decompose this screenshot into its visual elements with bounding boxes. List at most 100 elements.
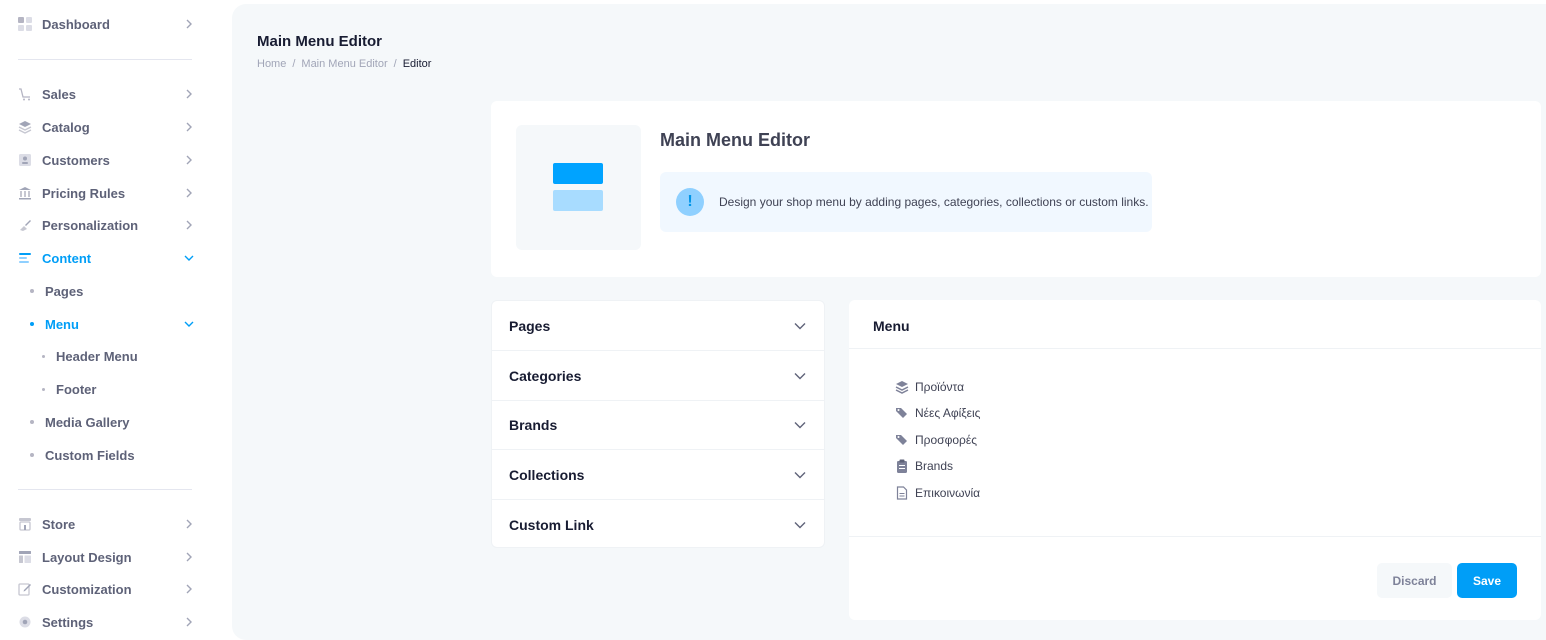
menu-tree-item[interactable]: Προϊόντα — [895, 377, 964, 397]
layers-icon — [18, 120, 32, 134]
sidebar-item-sales[interactable]: Sales — [18, 82, 198, 106]
main-content: Main Menu Editor Home / Main Menu Editor… — [232, 4, 1546, 640]
menu-tree-item[interactable]: Brands — [895, 456, 953, 476]
discard-button[interactable]: Discard — [1377, 563, 1452, 598]
chevron-down-icon — [794, 419, 806, 431]
breadcrumb-section-link[interactable]: Main Menu Editor — [301, 58, 387, 70]
info-icon: ! — [676, 188, 704, 216]
accordion-collections[interactable]: Collections — [492, 450, 824, 500]
clipboard-icon — [895, 459, 909, 473]
sidebar-item-store[interactable]: Store — [18, 512, 198, 536]
chevron-right-icon — [184, 584, 194, 594]
accordion-pages[interactable]: Pages — [492, 301, 824, 351]
chevron-right-icon — [184, 188, 194, 198]
accordion-label: Pages — [509, 317, 551, 334]
sidebar-item-dashboard[interactable]: Dashboard — [18, 12, 198, 36]
chevron-right-icon — [184, 519, 194, 529]
menu-illustration-bar-bottom — [553, 190, 603, 211]
contacts-icon — [18, 153, 32, 167]
sidebar-divider — [18, 59, 192, 60]
accordion-label: Collections — [509, 466, 585, 483]
sidebar: Dashboard Sales Catalog Customers Pricin… — [0, 0, 232, 640]
chevron-right-icon — [184, 220, 194, 230]
chevron-down-icon — [184, 253, 194, 263]
bullet-icon — [30, 453, 34, 457]
info-notice-text: Design your shop menu by adding pages, c… — [719, 195, 1149, 209]
grid-icon — [18, 17, 32, 31]
sidebar-divider — [18, 489, 192, 490]
sidebar-item-custom-fields[interactable]: Custom Fields — [30, 443, 198, 467]
chevron-right-icon — [184, 155, 194, 165]
menu-tree-item-label: Προσφορές — [915, 433, 977, 447]
accordion-brands[interactable]: Brands — [492, 400, 824, 450]
layout-icon — [18, 550, 32, 564]
bullet-icon — [30, 289, 34, 293]
breadcrumb-home-link[interactable]: Home — [257, 58, 286, 70]
file-icon — [895, 486, 909, 500]
bullet-icon — [30, 322, 34, 326]
save-button[interactable]: Save — [1457, 563, 1517, 598]
page-title: Main Menu Editor — [257, 33, 382, 50]
accordion-label: Brands — [509, 416, 558, 433]
editor-intro-card: Main Menu Editor ! Design your shop menu… — [491, 101, 1541, 277]
sidebar-item-customization[interactable]: Customization — [18, 577, 198, 601]
layers-icon — [895, 380, 909, 394]
sidebar-item-customers[interactable]: Customers — [18, 148, 198, 172]
sidebar-item-personalization[interactable]: Personalization — [18, 213, 198, 237]
edit-icon — [18, 582, 32, 596]
text-align-icon — [18, 251, 32, 265]
accordion-categories[interactable]: Categories — [492, 351, 824, 401]
sidebar-item-menu[interactable]: Menu — [30, 312, 198, 336]
chevron-right-icon — [184, 552, 194, 562]
chevron-down-icon — [794, 519, 806, 531]
sidebar-item-label: Catalog — [42, 119, 90, 135]
tags-icon — [895, 406, 909, 420]
tags-icon — [895, 433, 909, 447]
chevron-down-icon — [794, 320, 806, 332]
sidebar-item-label: Store — [42, 516, 76, 532]
menu-card-divider — [849, 536, 1541, 537]
sidebar-item-layout-design[interactable]: Layout Design — [18, 545, 198, 569]
menu-tree-item-label: Επικοινωνία — [915, 486, 981, 500]
chevron-right-icon — [184, 19, 194, 29]
bullet-icon — [30, 420, 34, 424]
breadcrumb-separator: / — [292, 58, 296, 70]
sidebar-item-label: Layout Design — [42, 549, 132, 565]
menu-illustration-icon — [516, 125, 641, 250]
sidebar-item-label: Footer — [56, 381, 97, 397]
sidebar-item-settings[interactable]: Settings — [18, 610, 198, 634]
breadcrumb-separator: / — [393, 58, 397, 70]
chevron-down-icon — [184, 319, 194, 329]
gear-icon — [18, 615, 32, 629]
menu-illustration-bar-top — [553, 163, 603, 184]
sidebar-item-pages[interactable]: Pages — [30, 279, 198, 303]
menu-tree-item[interactable]: Νέες Αφίξεις — [895, 403, 980, 423]
info-notice: ! Design your shop menu by adding pages,… — [660, 172, 1152, 232]
menu-structure-card: Menu Προϊόντα Νέες Αφίξεις Προσφορές Bra — [849, 300, 1541, 620]
menu-tree-item[interactable]: Επικοινωνία — [895, 483, 980, 503]
sidebar-item-label: Media Gallery — [45, 414, 130, 430]
sidebar-item-label: Pricing Rules — [42, 185, 126, 201]
chevron-right-icon — [184, 122, 194, 132]
menu-tree-item[interactable]: Προσφορές — [895, 430, 977, 450]
menu-tree-item-label: Brands — [915, 459, 954, 473]
menu-source-accordion: Pages Categories Brands Collections Cust… — [491, 300, 825, 548]
sidebar-item-content[interactable]: Content — [18, 246, 198, 270]
sidebar-item-footer[interactable]: Footer — [42, 377, 198, 401]
accordion-label: Categories — [509, 367, 582, 384]
sidebar-item-label: Customers — [42, 152, 110, 168]
breadcrumb: Home / Main Menu Editor / Editor — [257, 58, 431, 70]
sidebar-item-label: Pages — [45, 283, 84, 299]
editor-title: Main Menu Editor — [660, 130, 810, 150]
sidebar-item-media-gallery[interactable]: Media Gallery — [30, 410, 198, 434]
brush-icon — [18, 218, 32, 232]
sidebar-item-catalog[interactable]: Catalog — [18, 115, 198, 139]
sidebar-item-label: Menu — [45, 316, 79, 332]
accordion-custom-link[interactable]: Custom Link — [492, 500, 824, 550]
sidebar-item-pricing-rules[interactable]: Pricing Rules — [18, 181, 198, 205]
sidebar-item-header-menu[interactable]: Header Menu — [42, 344, 198, 368]
sidebar-item-label: Header Menu — [56, 348, 138, 364]
sidebar-item-label: Settings — [42, 614, 94, 630]
sidebar-item-label: Custom Fields — [45, 447, 135, 463]
sidebar-item-label: Content — [42, 250, 92, 266]
